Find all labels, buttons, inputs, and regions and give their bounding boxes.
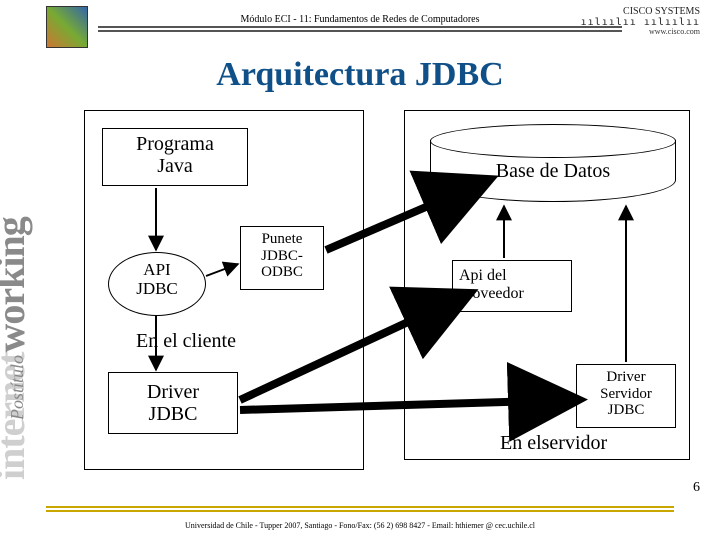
database-cylinder: Base de Datos <box>430 124 676 202</box>
page-number: 6 <box>693 480 700 496</box>
database-label: Base de Datos <box>430 160 676 182</box>
driver-servidor-box: DriverServidorJDBC <box>576 364 676 428</box>
server-caption: En elservidor <box>500 432 607 454</box>
cisco-name: CISCO SYSTEMS <box>581 6 700 17</box>
side-postitulo: Postítulo <box>7 355 28 420</box>
api-proveedor-box: Api delproveedor <box>452 260 572 312</box>
slide-title: Arquitectura JDBC <box>0 56 720 94</box>
header-rule <box>98 26 622 32</box>
puente-jdbc-odbc-box: PuneteJDBC-ODBC <box>240 226 324 290</box>
programa-java-label: ProgramaJava <box>103 133 247 177</box>
api-jdbc-label: APIJDBC <box>109 261 205 298</box>
client-caption: En el cliente <box>136 330 236 352</box>
driver-jdbc-label: DriverJDBC <box>109 381 237 425</box>
uchile-logo <box>46 6 88 48</box>
footer-rule <box>46 506 674 512</box>
diagram-stage: ProgramaJava APIJDBC PuneteJDBC-ODBC Dri… <box>84 110 694 480</box>
cisco-url: www.cisco.com <box>581 28 700 37</box>
cisco-logo: CISCO SYSTEMS ıılıılıı ıılıılıı www.cisc… <box>581 6 700 37</box>
programa-java-box: ProgramaJava <box>102 128 248 186</box>
driver-jdbc-box: DriverJDBC <box>108 372 238 434</box>
puente-label: PuneteJDBC-ODBC <box>241 231 323 281</box>
driver-servidor-label: DriverServidorJDBC <box>577 369 675 419</box>
api-jdbc-ellipse: APIJDBC <box>108 252 206 316</box>
api-proveedor-label: Api delproveedor <box>459 267 565 302</box>
side-brand: internetworking <box>34 100 74 480</box>
side-word-dark: working <box>0 217 33 352</box>
footer-text: Universidad de Chile - Tupper 2007, Sant… <box>0 521 720 530</box>
